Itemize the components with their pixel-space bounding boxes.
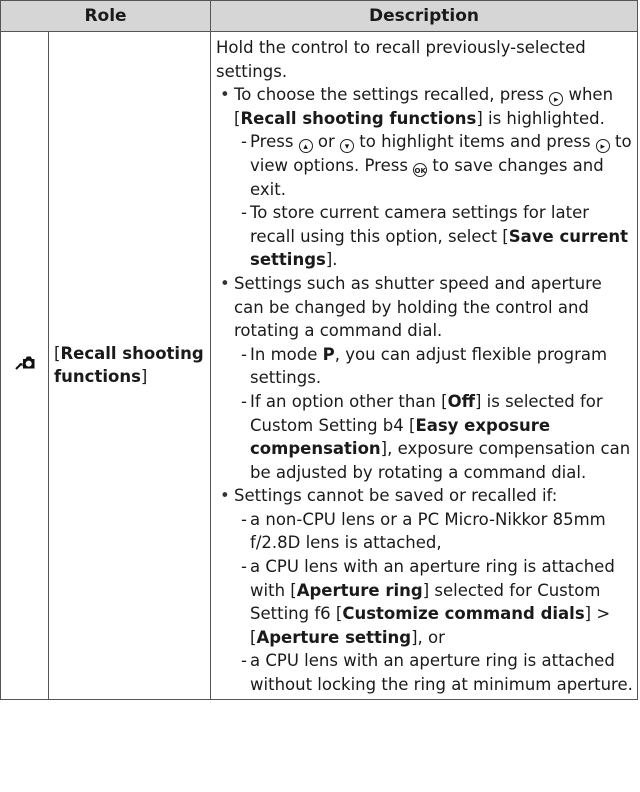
ok-button-icon: OK — [413, 162, 428, 177]
header-role: Role — [0, 0, 212, 32]
recall-shooting-camera-icon — [14, 356, 34, 370]
multi-selector-up-icon: ▴ — [298, 139, 313, 154]
list-subitem: a CPU lens with an aperture ring is atta… — [216, 555, 633, 649]
intro-text: Hold the control to recall previously-se… — [216, 38, 586, 81]
list-subitem: In mode P, you can adjust flexible progr… — [216, 343, 633, 390]
list-subitem: Press ▴ or ▾ to highlight items and pres… — [216, 130, 633, 201]
list-subitem: a CPU lens with an aperture ring is atta… — [216, 649, 633, 696]
role-icon-cell — [0, 31, 49, 700]
multi-selector-right-icon: ▸ — [549, 92, 564, 107]
role-name: [Recall shooting functions] — [47, 31, 212, 700]
header-description: Description — [210, 0, 639, 32]
list-subitem: If an option other than [Off] is selecte… — [216, 390, 633, 484]
description-cell: Hold the control to recall previously-se… — [210, 31, 639, 700]
table-header-row: Role Description — [0, 0, 639, 32]
role-description-table: Role Description [Recall shooting functi… — [0, 0, 639, 700]
multi-selector-right-icon: ▸ — [595, 139, 610, 154]
multi-selector-down-icon: ▾ — [340, 139, 355, 154]
list-subitem: a non-CPU lens or a PC Micro-Nikkor 85mm… — [216, 508, 633, 555]
table-row: [Recall shooting functions] Hold the con… — [0, 31, 639, 700]
list-item: Settings such as shutter speed and apert… — [216, 272, 633, 343]
list-item: Settings cannot be saved or recalled if: — [216, 484, 633, 508]
list-item: To choose the settings recalled, press ▸… — [216, 83, 633, 130]
list-subitem: To store current camera settings for lat… — [216, 201, 633, 272]
